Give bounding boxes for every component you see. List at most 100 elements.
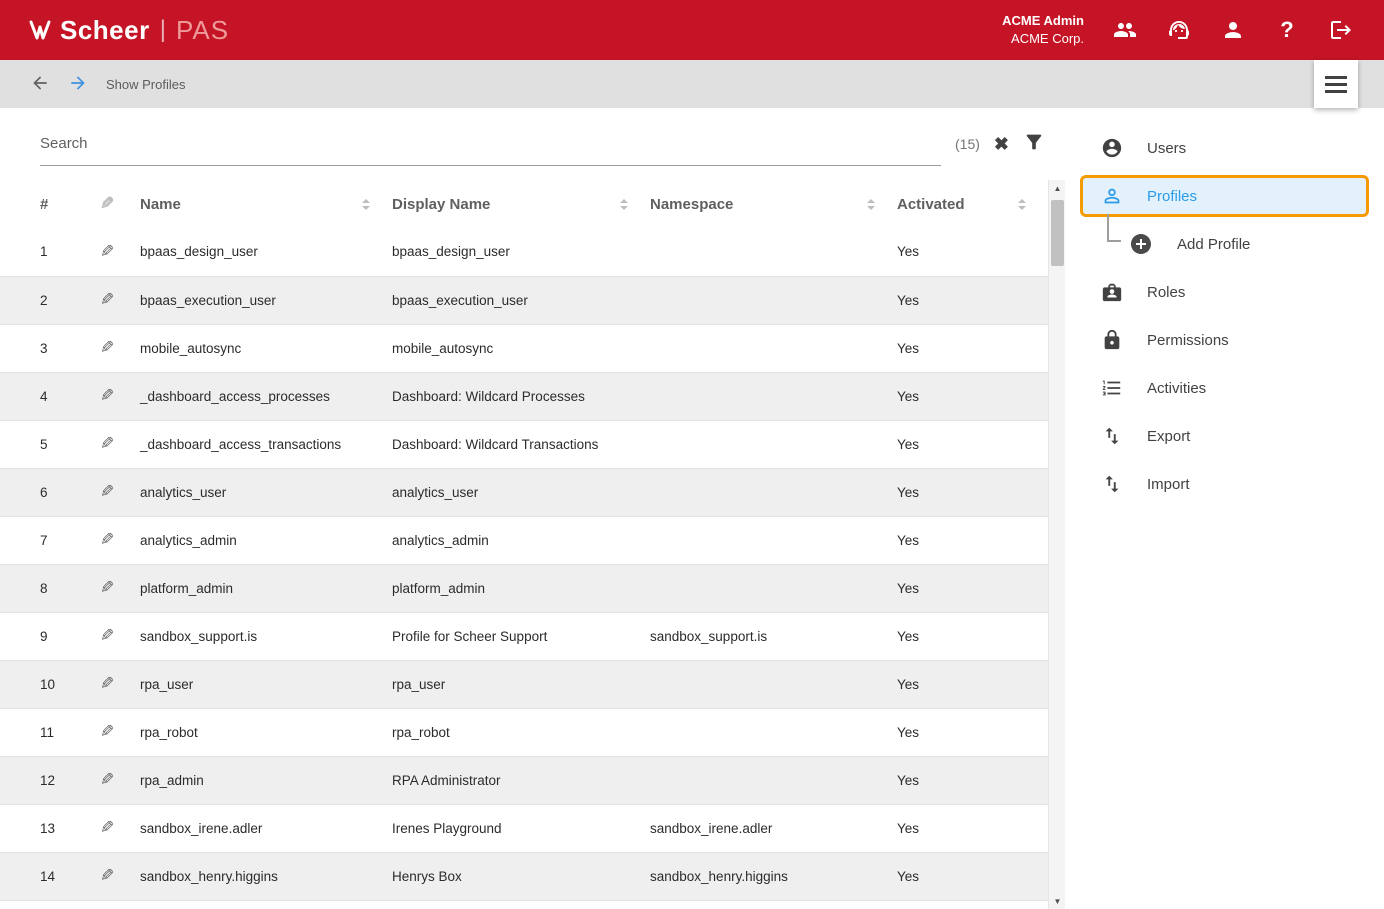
column-header-display-name: Display Name [392, 196, 490, 213]
profile-name: sandbox_henry.higgins [140, 852, 392, 900]
sort-display-name-icon[interactable] [620, 199, 628, 210]
profile-namespace: sandbox_irene.adler [650, 804, 897, 852]
search-input[interactable] [40, 135, 941, 152]
profile-activated: Yes [897, 276, 1048, 324]
edit-icon[interactable]: ✎ [100, 530, 114, 550]
row-number: 4 [0, 372, 100, 420]
swap-vertical-icon [1101, 425, 1123, 447]
sidebar-item-profiles[interactable]: Profiles [1080, 175, 1369, 217]
sort-name-icon[interactable] [362, 199, 370, 210]
profile-activated: Yes [897, 564, 1048, 612]
row-number: 1 [0, 228, 100, 276]
edit-icon[interactable]: ✎ [100, 722, 114, 742]
sidebar-item-add-profile[interactable]: Add Profile [1065, 220, 1384, 268]
profile-activated: Yes [897, 468, 1048, 516]
edit-icon[interactable]: ✎ [100, 290, 114, 310]
support-agent-icon[interactable] [1166, 17, 1192, 43]
row-number: 10 [0, 660, 100, 708]
table-row: 2✎bpaas_execution_userbpaas_execution_us… [0, 276, 1048, 324]
lock-icon [1101, 329, 1123, 351]
profile-display-name: Irenes Playground [392, 804, 650, 852]
sidebar-item-users[interactable]: Users [1065, 124, 1384, 172]
table-row: 3✎mobile_autosyncmobile_autosyncYes [0, 324, 1048, 372]
edit-icon[interactable]: ✎ [100, 434, 114, 454]
profile-activated: Yes [897, 516, 1048, 564]
sidebar-item-export[interactable]: Export [1065, 412, 1384, 460]
logo-text-pas: PAS [176, 15, 229, 46]
numbered-list-icon [1101, 377, 1123, 399]
sidebar-item-label: Export [1147, 428, 1190, 445]
edit-icon[interactable]: ✎ [100, 338, 114, 358]
profile-namespace [650, 372, 897, 420]
clear-search-icon[interactable]: ✖ [994, 135, 1009, 153]
profile-activated: Yes [897, 756, 1048, 804]
sort-activated-icon[interactable] [1018, 199, 1026, 210]
help-icon[interactable]: ? [1274, 17, 1300, 43]
logo-text-scheer: Scheer [60, 15, 150, 46]
profile-name: bpaas_design_user [140, 228, 392, 276]
sidebar-item-import[interactable]: Import [1065, 460, 1384, 508]
hamburger-menu-icon[interactable] [1314, 60, 1358, 108]
table-row: 13✎sandbox_irene.adlerIrenes Playgrounds… [0, 804, 1048, 852]
profile-person-icon [1101, 185, 1123, 207]
edit-icon[interactable]: ✎ [100, 674, 114, 694]
sidebar-item-label: Import [1147, 476, 1190, 493]
edit-icon[interactable]: ✎ [100, 242, 114, 262]
profile-name: _dashboard_access_transactions [140, 420, 392, 468]
profile-display-name: bpaas_execution_user [392, 276, 650, 324]
table-header-row: # ✎ Name Display Name Namespace Activate… [0, 180, 1048, 228]
table-row: 1✎bpaas_design_userbpaas_design_userYes [0, 228, 1048, 276]
sidebar-item-roles[interactable]: Roles [1065, 268, 1384, 316]
table-row: 8✎platform_adminplatform_adminYes [0, 564, 1048, 612]
sidebar-item-permissions[interactable]: Permissions [1065, 316, 1384, 364]
edit-icon[interactable]: ✎ [100, 482, 114, 502]
logout-icon[interactable] [1328, 17, 1354, 43]
edit-icon[interactable]: ✎ [100, 866, 114, 886]
scroll-up-icon[interactable]: ▲ [1049, 180, 1066, 196]
scrollbar-thumb[interactable] [1051, 200, 1064, 266]
edit-icon[interactable]: ✎ [100, 818, 114, 838]
back-arrow-icon[interactable] [30, 73, 52, 95]
profile-activated: Yes [897, 420, 1048, 468]
forward-arrow-icon[interactable] [68, 73, 90, 95]
column-header-activated: Activated [897, 196, 965, 213]
sort-namespace-icon[interactable] [867, 199, 875, 210]
profile-namespace [650, 228, 897, 276]
table-row: 10✎rpa_userrpa_userYes [0, 660, 1048, 708]
swap-vertical-icon [1101, 473, 1123, 495]
table-row: 14✎sandbox_henry.higginsHenrys Boxsandbo… [0, 852, 1048, 900]
vertical-scrollbar[interactable]: ▲ ▼ [1048, 180, 1065, 909]
profile-activated: Yes [897, 228, 1048, 276]
sidebar-item-label: Profiles [1147, 188, 1197, 205]
tree-connector [1107, 214, 1121, 242]
profile-namespace [650, 468, 897, 516]
row-number: 3 [0, 324, 100, 372]
table-row: 5✎_dashboard_access_transactionsDashboar… [0, 420, 1048, 468]
edit-icon[interactable]: ✎ [100, 626, 114, 646]
sidebar-item-activities[interactable]: Activities [1065, 364, 1384, 412]
scroll-down-icon[interactable]: ▼ [1049, 893, 1066, 909]
current-user-org: ACME Corp. [1002, 30, 1084, 48]
profile-namespace: sandbox_henry.higgins [650, 852, 897, 900]
row-number: 11 [0, 708, 100, 756]
profiles-main-panel: (15) ✖ # ✎ Name Display Name Namespace A… [0, 108, 1065, 909]
users-group-icon[interactable] [1112, 17, 1138, 43]
profile-display-name: analytics_user [392, 468, 650, 516]
row-number: 8 [0, 564, 100, 612]
profile-namespace [650, 324, 897, 372]
filter-icon[interactable] [1023, 131, 1045, 158]
breadcrumb-bar: Show Profiles [0, 60, 1384, 108]
profile-namespace [650, 516, 897, 564]
edit-icon[interactable]: ✎ [100, 578, 114, 598]
edit-icon[interactable]: ✎ [100, 770, 114, 790]
user-icon[interactable] [1220, 17, 1246, 43]
profile-namespace [650, 660, 897, 708]
profile-name: platform_admin [140, 564, 392, 612]
profile-name: mobile_autosync [140, 324, 392, 372]
sidebar-item-label: Activities [1147, 380, 1206, 397]
edit-icon[interactable]: ✎ [100, 386, 114, 406]
profile-namespace [650, 276, 897, 324]
profile-activated: Yes [897, 324, 1048, 372]
scheer-logo-mark-icon [28, 18, 52, 42]
profile-name: sandbox_irene.adler [140, 804, 392, 852]
